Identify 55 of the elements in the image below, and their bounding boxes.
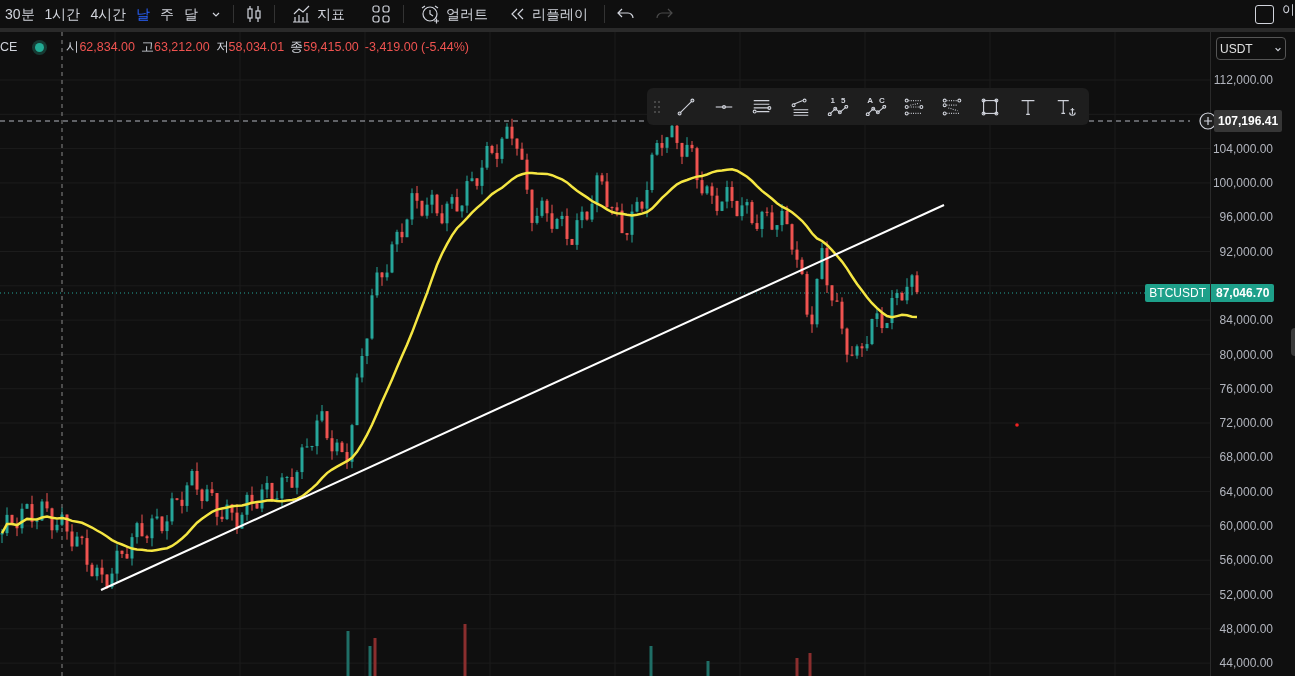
price-change: -3,419.00 (-5.44%) [364, 39, 470, 56]
currency-dropdown[interactable]: USDT [1216, 37, 1286, 60]
alert-button[interactable]: 얼러트 [416, 3, 493, 25]
checkbox[interactable] [1255, 4, 1274, 24]
price-tick: 84,000.00 [1219, 312, 1273, 330]
wave-label: 5 [841, 97, 846, 105]
zigzag-line-icon [865, 105, 887, 116]
interval-tab[interactable]: 1시간 [39, 0, 86, 28]
price-tick: 44,000.00 [1219, 655, 1273, 673]
replay-button[interactable]: 리플레이 [506, 3, 593, 25]
price-tick: 104,000.00 [1212, 140, 1273, 158]
ohlc-value: 58,034.01 [228, 39, 285, 56]
ohlc-label: 종 [290, 39, 304, 56]
symbol-name: CE [0, 39, 18, 56]
interval-tab[interactable]: 4시간 [85, 0, 132, 28]
price-tick: 56,000.00 [1219, 552, 1273, 570]
wave-label: 1 [830, 97, 835, 105]
ohlc-label: 고 [141, 39, 154, 56]
wave-tool-button[interactable]: 1 5 [819, 91, 857, 122]
price-tick: 72,000.00 [1219, 415, 1273, 433]
price-tick: 112,000.00 [1213, 72, 1273, 90]
interval-tab[interactable]: 30분 [0, 0, 40, 28]
price-tick: 48,000.00 [1219, 620, 1273, 638]
ohlc-label: 저 [215, 39, 229, 56]
crosshair-price-badge: 107,196.41 [1214, 110, 1283, 132]
wave-tool-button[interactable]: A C [857, 91, 895, 122]
price-tick: 100,000.00 [1212, 175, 1273, 193]
price-tick: 76,000.00 [1219, 380, 1273, 398]
grid-icon[interactable] [371, 4, 392, 24]
interval-tab[interactable]: 날 [131, 0, 156, 28]
price-tick: 64,000.00 [1219, 483, 1273, 501]
price-tick: 96,000.00 [1219, 209, 1273, 227]
alarm-clock-icon [420, 4, 441, 24]
candlestick-icon[interactable] [246, 4, 263, 24]
interval-tab[interactable]: 주 [155, 0, 180, 28]
interval-tab[interactable]: 달 [179, 0, 204, 28]
wave-label: A [867, 97, 873, 105]
last-price-symbol-badge: BTCUSDT [1145, 284, 1210, 302]
ohlc-value: 63,212.00 [154, 39, 210, 56]
undo-icon[interactable] [617, 7, 636, 21]
price-tick: 92,000.00 [1219, 243, 1273, 261]
ohlc-value: 62,834.00 [79, 39, 135, 56]
price-tick: 80,000.00 [1219, 346, 1273, 364]
bar-chart-icon [291, 4, 312, 24]
last-price-badge: 87,046.70 [1211, 284, 1275, 302]
indicators-button[interactable]: 지표 [287, 3, 350, 25]
toolbar-label: 이 [1282, 1, 1295, 19]
ohlc-value: 59,415.00 [303, 39, 359, 56]
zigzag-line-icon [827, 105, 849, 116]
wave-label: C [879, 97, 885, 105]
price-tick: 68,000.00 [1219, 449, 1273, 467]
ohlc-label: 시 [66, 39, 80, 56]
price-tick: 52,000.00 [1219, 586, 1273, 604]
drag-handle-icon[interactable] [653, 99, 661, 114]
price-tick: 60,000.00 [1219, 518, 1273, 535]
